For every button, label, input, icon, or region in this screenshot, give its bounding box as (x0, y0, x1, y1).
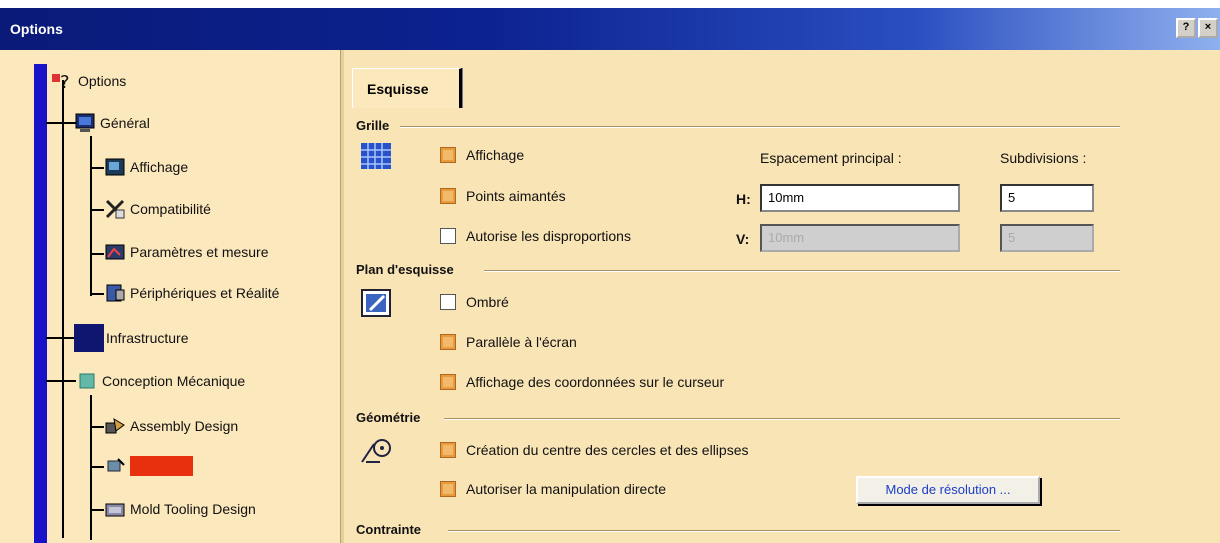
tree-selection-bar (34, 64, 47, 543)
resolution-mode-button[interactable]: Mode de résolution ... (856, 476, 1040, 504)
option-label: Affichage des coordonnées sur le curseur (466, 374, 725, 390)
section-divider (448, 530, 1120, 532)
assembly-design-icon (104, 415, 126, 437)
option-direct-manipulation[interactable]: Autoriser la manipulation directe (440, 481, 666, 497)
tree-item-devices[interactable]: Périphériques et Réalité (104, 278, 279, 308)
display-icon (104, 156, 126, 178)
tab-label: Esquisse (367, 81, 429, 97)
option-snap-points[interactable]: Points aimantés (440, 188, 566, 204)
tree-item-options[interactable]: ? Options (52, 66, 126, 96)
option-cursor-coordinates[interactable]: Affichage des coordonnées sur le curseur (440, 374, 724, 390)
sketcher-icon (104, 455, 126, 477)
checkbox-unchecked[interactable] (440, 228, 456, 244)
parameters-icon (104, 241, 126, 263)
tree-label: Affichage (130, 159, 189, 175)
tree-item-assembly-design[interactable]: Assembly Design (104, 411, 238, 441)
tree-label: Compatibilité (130, 201, 211, 217)
checkbox-unchecked[interactable] (440, 294, 456, 310)
tree-item-mechanical-design[interactable]: Conception Mécanique (76, 366, 245, 396)
window-title: Options (10, 21, 63, 37)
section-title-geometry: Géométrie (356, 410, 421, 425)
checkbox-checked[interactable] (440, 442, 456, 458)
v-label: V: (736, 231, 750, 247)
checkbox-checked[interactable] (440, 374, 456, 390)
option-circle-center-creation[interactable]: Création du centre des cercles et des el… (440, 442, 748, 458)
section-title-grid: Grille (356, 118, 390, 133)
help-button[interactable]: ? (1176, 18, 1196, 38)
section-divider (484, 270, 1120, 272)
tab-esquisse[interactable]: Esquisse (352, 68, 462, 108)
mechanical-design-icon (76, 370, 98, 392)
option-label: Affichage (466, 147, 525, 163)
tree-label: Assembly Design (130, 418, 239, 434)
tree-item-display[interactable]: Affichage (104, 152, 188, 182)
sketch-plane-icon (360, 288, 394, 318)
h-spacing-input[interactable]: 10mm (760, 184, 960, 212)
tree-label: Mold Tooling Design (130, 501, 256, 517)
checkbox-checked[interactable] (440, 188, 456, 204)
v-spacing-input: 10mm (760, 224, 960, 252)
close-button[interactable]: × (1198, 18, 1218, 38)
option-label: Parallèle à l'écran (466, 334, 577, 350)
h-label: H: (736, 191, 751, 207)
checkbox-checked[interactable] (440, 334, 456, 350)
section-divider (444, 418, 1120, 420)
column-header-subdivisions: Subdivisions : (1000, 150, 1087, 166)
tree-label: Général (100, 115, 150, 131)
tree-item-parameters[interactable]: Paramètres et mesure (104, 237, 269, 267)
v-subdivisions-input: 5 (1000, 224, 1094, 252)
tree-label: Paramètres et mesure (130, 244, 269, 260)
options-icon: ? (52, 70, 74, 93)
devices-icon (104, 282, 126, 304)
tree-label-selected: Sketcher (130, 456, 194, 476)
svg-text:?: ? (60, 72, 70, 92)
tree-item-sketcher[interactable]: Sketcher (104, 451, 194, 481)
pane-divider[interactable] (340, 50, 344, 543)
tree-label: Infrastructure (106, 330, 189, 346)
option-label: Ombré (466, 294, 509, 310)
section-title-constraint: Contrainte (356, 522, 421, 537)
h-subdivisions-input[interactable]: 5 (1000, 184, 1094, 212)
checkbox-checked[interactable] (440, 147, 456, 163)
tree-label: Périphériques et Réalité (130, 285, 280, 301)
section-divider (400, 126, 1120, 128)
mold-tooling-icon (104, 498, 126, 520)
geometry-icon (360, 436, 394, 466)
option-grid-display[interactable]: Affichage (440, 147, 524, 163)
options-dialog-body: ? Options Général Affichage Compatibilit… (0, 50, 1220, 543)
tree-item-infrastructure[interactable]: Infrastructure (74, 323, 188, 353)
tree-item-mold-tooling[interactable]: Mold Tooling Design (104, 494, 256, 524)
option-label: Création du centre des cercles et des el… (466, 442, 749, 458)
option-allow-disproportions[interactable]: Autorise les disproportions (440, 228, 631, 244)
option-label: Points aimantés (466, 188, 566, 204)
option-shaded[interactable]: Ombré (440, 294, 509, 310)
tree-label: Conception Mécanique (102, 373, 246, 389)
general-icon (74, 112, 96, 134)
tree-item-general[interactable]: Général (74, 108, 150, 138)
tree-item-compatibility[interactable]: Compatibilité (104, 194, 211, 224)
infrastructure-icon (74, 324, 104, 352)
compatibility-icon (104, 198, 126, 220)
grid-icon (360, 142, 394, 172)
option-label: Autoriser la manipulation directe (466, 481, 666, 497)
checkbox-checked[interactable] (440, 481, 456, 497)
options-tree: ? Options Général Affichage Compatibilit… (0, 50, 342, 543)
section-title-sketch-plane: Plan d'esquisse (356, 262, 454, 277)
tree-label: Options (78, 73, 127, 89)
option-parallel-to-screen[interactable]: Parallèle à l'écran (440, 334, 577, 350)
window-titlebar[interactable]: Options ? × (0, 8, 1220, 50)
option-label: Autorise les disproportions (466, 228, 631, 244)
column-header-spacing: Espacement principal : (760, 150, 902, 166)
